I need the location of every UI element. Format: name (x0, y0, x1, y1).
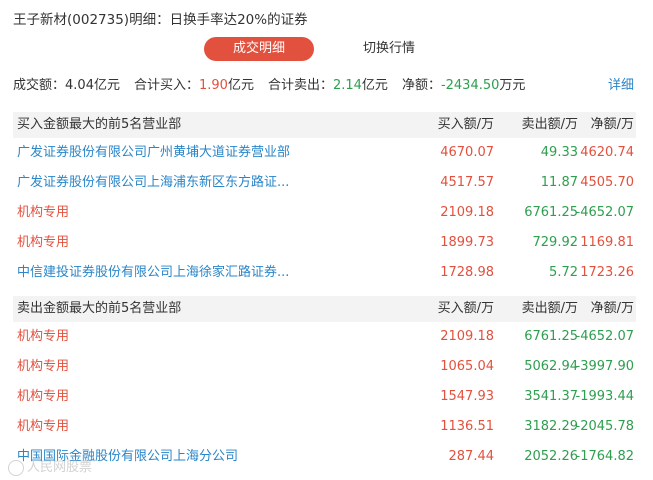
watermark-text: 人民网股票 (27, 460, 93, 475)
net-amount: 4620.74 (580, 145, 634, 160)
watermark-logo-icon (8, 459, 24, 476)
page-title: 王子新材(002735)明细：日换手率达20%的证券 (13, 12, 308, 28)
table-row[interactable]: 机构专用 1136.51 3182.29 -2045.78 (13, 412, 636, 442)
total-sell-unit: 亿元 (361, 78, 388, 93)
col-header-buy: 买入额/万 (437, 301, 494, 316)
buy-amount: 1136.51 (440, 419, 494, 434)
net-amount: 4505.70 (580, 175, 634, 190)
net-amount: -4652.07 (575, 205, 634, 220)
buy-section-title: 买入金额最大的前5名营业部 (17, 117, 182, 132)
buy-amount: 1899.73 (440, 235, 494, 250)
total-buy-value: 1.90 (198, 78, 228, 93)
buy-amount: 2109.18 (440, 329, 494, 344)
total-buy-label: 合计买入： (133, 78, 199, 93)
tab-switch-quote[interactable]: 切换行情 (363, 37, 415, 61)
table-row[interactable]: 广发证券股份有限公司上海浦东新区东方路证... 4517.57 11.87 4505.… (13, 168, 636, 198)
watermark: 人民网股票 (8, 456, 92, 476)
tab-trade-detail[interactable]: 成交明细 (204, 37, 314, 61)
net-amount: 1723.26 (580, 265, 634, 280)
col-header-net: 净额/万 (590, 117, 634, 132)
buy-amount: 1728.98 (440, 265, 494, 280)
net-amount: 1169.81 (580, 235, 634, 250)
col-header-buy: 买入额/万 (437, 117, 494, 132)
broker-name[interactable]: 广发证券股份有限公司上海浦东新区东方路证... (17, 168, 289, 198)
broker-name: 机构专用 (17, 205, 70, 220)
table-row[interactable]: 机构专用 2109.18 6761.25 -4652.07 (13, 322, 636, 352)
broker-name[interactable]: 中信建投证券股份有限公司上海徐家汇路证券... (17, 258, 289, 288)
net-label: 净额： (401, 78, 441, 93)
broker-name: 机构专用 (17, 389, 70, 404)
net-amount: -1993.44 (575, 389, 634, 404)
detail-link[interactable]: 详细 (608, 76, 634, 96)
table-row[interactable]: 机构专用 1547.93 3541.37 -1993.44 (13, 382, 636, 412)
net-unit: 万元 (499, 78, 526, 93)
table-row[interactable]: 机构专用 1065.04 5062.94 -3997.90 (13, 352, 636, 382)
table-row[interactable]: 机构专用 1899.73 729.92 1169.81 (13, 228, 636, 258)
net-amount: -2045.78 (575, 419, 634, 434)
sell-section-title: 卖出金额最大的前5名营业部 (17, 301, 182, 316)
table-row[interactable]: 中信建投证券股份有限公司上海徐家汇路证券... 1728.98 5.72 1723.2… (13, 258, 636, 288)
table-row[interactable]: 广发证券股份有限公司广州黄埔大道证券营业部 4670.07 49.33 4620.74 (13, 138, 636, 168)
net-amount: -3997.90 (575, 359, 634, 374)
buy-amount: 4517.57 (440, 175, 494, 190)
sell-section-header: 卖出金额最大的前5名营业部 买入额/万 卖出额/万 净额/万 (13, 296, 636, 322)
buy-section-header: 买入金额最大的前5名营业部 买入额/万 卖出额/万 净额/万 (13, 112, 636, 138)
buy-amount: 2109.18 (440, 205, 494, 220)
buy-amount: 4670.07 (440, 145, 494, 160)
table-row[interactable]: 中国国际金融股份有限公司上海分公司 287.44 2052.26 -1764.82 (13, 442, 636, 472)
total-sell-value: 2.14 (332, 78, 362, 93)
table-row[interactable]: 机构专用 2109.18 6761.25 -4652.07 (13, 198, 636, 228)
buy-amount: 287.44 (448, 449, 495, 464)
total-sell-label: 合计卖出： (267, 78, 333, 93)
buy-amount: 1065.04 (440, 359, 494, 374)
net-value: -2434.50 (440, 78, 500, 93)
broker-name[interactable]: 广发证券股份有限公司广州黄埔大道证券营业部 (17, 138, 290, 168)
total-buy-unit: 亿元 (227, 78, 254, 93)
turnover-label: 成交额： (13, 78, 66, 93)
broker-name: 机构专用 (17, 359, 70, 374)
net-amount: -4652.07 (575, 329, 634, 344)
broker-name: 机构专用 (17, 329, 70, 344)
turnover-value: 4.04亿元 (65, 78, 120, 93)
broker-name: 机构专用 (17, 419, 70, 434)
col-header-net: 净额/万 (590, 301, 634, 316)
broker-name: 机构专用 (17, 235, 70, 250)
summary-bar: 成交额：4.04亿元 合计买入：1.90亿元 合计卖出：2.14亿元 净额：-2434… (13, 76, 525, 96)
net-amount: -1764.82 (575, 449, 634, 464)
buy-amount: 1547.93 (440, 389, 494, 404)
